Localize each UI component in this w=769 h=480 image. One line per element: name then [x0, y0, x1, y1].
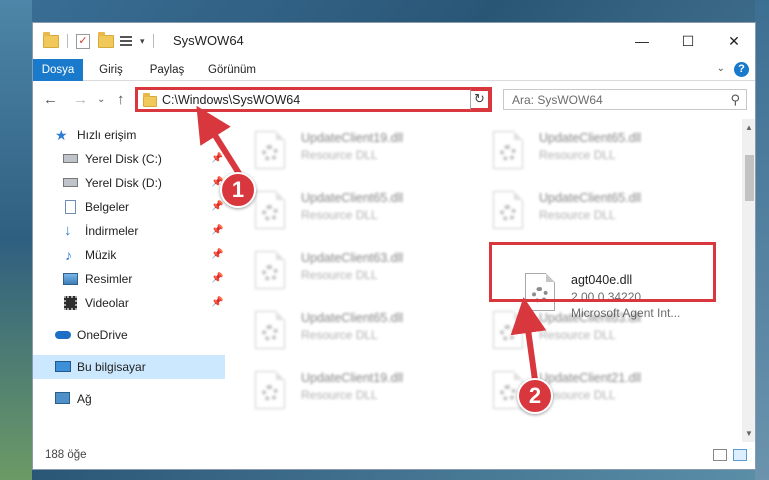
annotation-marker-2: 2	[517, 378, 553, 414]
annotation-arrows	[196, 105, 547, 385]
arrow-1	[196, 105, 243, 177]
annotation-marker-1: 1	[220, 172, 256, 208]
